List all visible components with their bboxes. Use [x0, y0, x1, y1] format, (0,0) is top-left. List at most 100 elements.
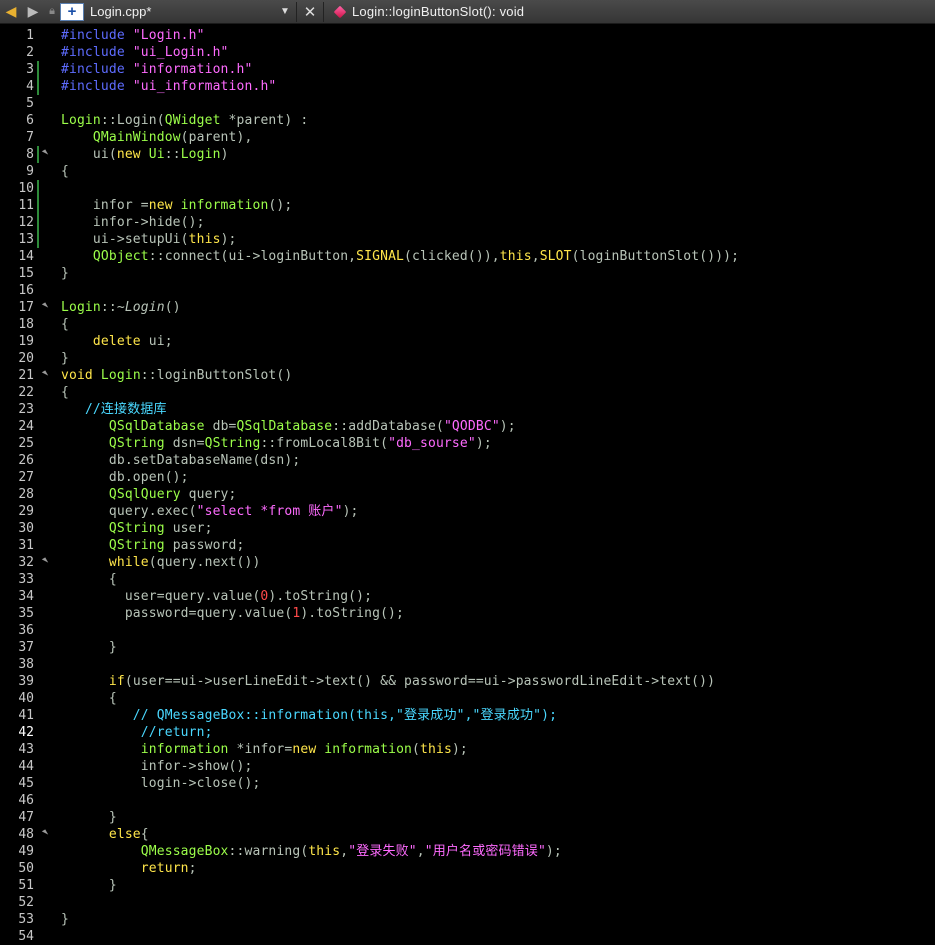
code-line[interactable]: 52	[0, 894, 935, 911]
code-line[interactable]: 33 {	[0, 571, 935, 588]
code-line[interactable]: 16	[0, 282, 935, 299]
code-editor[interactable]: 1 #include "Login.h" 2 #include "ui_Login.h…	[0, 24, 935, 945]
code-line[interactable]: 40 {	[0, 690, 935, 707]
code-line[interactable]: 7 QMainWindow(parent),	[0, 129, 935, 146]
code-line[interactable]: 24 QSqlDatabase db=QSqlDatabase::addData…	[0, 418, 935, 435]
arrow-right-icon[interactable]: ▶	[22, 1, 44, 23]
code-line[interactable]: 37 }	[0, 639, 935, 656]
code-line[interactable]: 10	[0, 180, 935, 197]
line-number: 44	[18, 759, 34, 774]
code-token: ,	[531, 249, 540, 264]
code-token: information	[140, 742, 229, 757]
code-line[interactable]: 17 Login::~Login()	[0, 299, 935, 316]
line-number: 21	[18, 368, 34, 383]
close-icon[interactable]: ✕	[301, 3, 319, 21]
line-number: 32	[18, 555, 34, 570]
code-line[interactable]: 21 void Login::loginButtonSlot()	[0, 367, 935, 384]
code-line[interactable]: 28 QSqlQuery query;	[0, 486, 935, 503]
code-token: ).toString();	[268, 589, 373, 604]
fold-arrow-icon[interactable]	[41, 557, 49, 565]
fold-arrow-icon[interactable]	[41, 829, 49, 837]
code-line[interactable]: 47 }	[0, 809, 935, 826]
line-number: 46	[18, 793, 34, 808]
line-number: 37	[18, 640, 34, 655]
code-line[interactable]: 13 ui->setupUi(this);	[0, 231, 935, 248]
code-line[interactable]: 32 while(query.next())	[0, 554, 935, 571]
code-line[interactable]: 53}	[0, 911, 935, 928]
code-line[interactable]: 25 QString dsn=QString::fromLocal8Bit("d…	[0, 435, 935, 452]
code-text: query.exec("select *from 账户");	[61, 503, 359, 520]
line-number: 22	[18, 385, 34, 400]
lock-icon[interactable]: 🔒︎	[44, 1, 60, 23]
code-token: ::connect(ui->loginButton,	[148, 249, 357, 264]
code-line[interactable]: 18 {	[0, 316, 935, 333]
line-number: 40	[18, 691, 34, 706]
code-line[interactable]: 46	[0, 792, 935, 809]
code-text: #include "ui_Login.h"	[61, 44, 229, 61]
code-text: login->close();	[61, 775, 261, 792]
fold-arrow-icon[interactable]	[41, 370, 49, 378]
chevron-down-icon[interactable]: ▼	[278, 6, 292, 17]
code-line[interactable]: 26 db.setDatabaseName(dsn);	[0, 452, 935, 469]
code-line[interactable]: 42 //return;	[0, 724, 935, 741]
code-line[interactable]: 9{	[0, 163, 935, 180]
code-line[interactable]: 5	[0, 95, 935, 112]
code-line[interactable]: 44 infor->show();	[0, 758, 935, 775]
code-line[interactable]: 34 user=query.value(0).toString();	[0, 588, 935, 605]
code-line[interactable]: 11 infor =new information();	[0, 197, 935, 214]
code-token: *infor=	[228, 742, 293, 757]
code-line[interactable]: 1 #include "Login.h"	[0, 27, 935, 44]
code-line[interactable]: 2 #include "ui_Login.h"	[0, 44, 935, 61]
code-line[interactable]: 6 Login::Login(QWidget *parent) :	[0, 112, 935, 129]
code-line[interactable]: 22 {	[0, 384, 935, 401]
fold-arrow-icon[interactable]	[41, 302, 49, 310]
code-line[interactable]: 36	[0, 622, 935, 639]
code-line[interactable]: 50 return;	[0, 860, 935, 877]
code-line[interactable]: 51 }	[0, 877, 935, 894]
code-line[interactable]: 4 #include "ui_information.h"	[0, 78, 935, 95]
code-line[interactable]: 39 if(user==ui->userLineEdit->text() && …	[0, 673, 935, 690]
code-line[interactable]: 14 QObject::connect(ui->loginButton,SIGN…	[0, 248, 935, 265]
function-selector[interactable]: Login::loginButtonSlot(): void	[333, 4, 524, 19]
code-line[interactable]: 8 ui(new Ui::Login)	[0, 146, 935, 163]
code-line[interactable]: 29 query.exec("select *from 账户");	[0, 503, 935, 520]
code-line[interactable]: 19 delete ui;	[0, 333, 935, 350]
code-line[interactable]: 23 //连接数据库	[0, 401, 935, 418]
code-token: {	[61, 317, 69, 332]
code-token: }	[61, 878, 117, 893]
file-selector[interactable]: + Login.cpp* ▼	[60, 1, 292, 22]
code-text: db.setDatabaseName(dsn);	[61, 452, 300, 469]
code-token: "Login.h"	[132, 28, 205, 43]
code-token: //连接数据库	[84, 402, 167, 417]
code-line[interactable]: 41 // QMessageBox::information(this,"登录成…	[0, 707, 935, 724]
line-number: 51	[18, 878, 34, 893]
line-number: 3	[26, 62, 34, 77]
code-token: Login	[61, 300, 101, 315]
code-text: //return;	[61, 724, 213, 741]
code-token: }	[61, 912, 69, 927]
code-line[interactable]: 12 infor->hide();	[0, 214, 935, 231]
code-line[interactable]: 20}	[0, 350, 935, 367]
code-line[interactable]: 54	[0, 928, 935, 945]
line-number: 7	[26, 130, 34, 145]
code-line[interactable]: 15}	[0, 265, 935, 282]
change-marker	[37, 197, 39, 214]
fold-arrow-icon[interactable]	[41, 149, 49, 157]
code-line[interactable]: 3 #include "information.h"	[0, 61, 935, 78]
code-token: delete	[92, 334, 141, 349]
code-line[interactable]: 49 QMessageBox::warning(this,"登录失败","用户名…	[0, 843, 935, 860]
code-line[interactable]: 30 QString user;	[0, 520, 935, 537]
code-line[interactable]: 38	[0, 656, 935, 673]
code-line[interactable]: 35 password=query.value(1).toString();	[0, 605, 935, 622]
code-line[interactable]: 43 information *infor=new information(th…	[0, 741, 935, 758]
code-line[interactable]: 45 login->close();	[0, 775, 935, 792]
code-token: );	[499, 419, 516, 434]
code-line[interactable]: 31 QString password;	[0, 537, 935, 554]
code-line[interactable]: 27 db.open();	[0, 469, 935, 486]
arrow-left-icon[interactable]: ◀	[0, 1, 22, 23]
code-line[interactable]: 48 else{	[0, 826, 935, 843]
